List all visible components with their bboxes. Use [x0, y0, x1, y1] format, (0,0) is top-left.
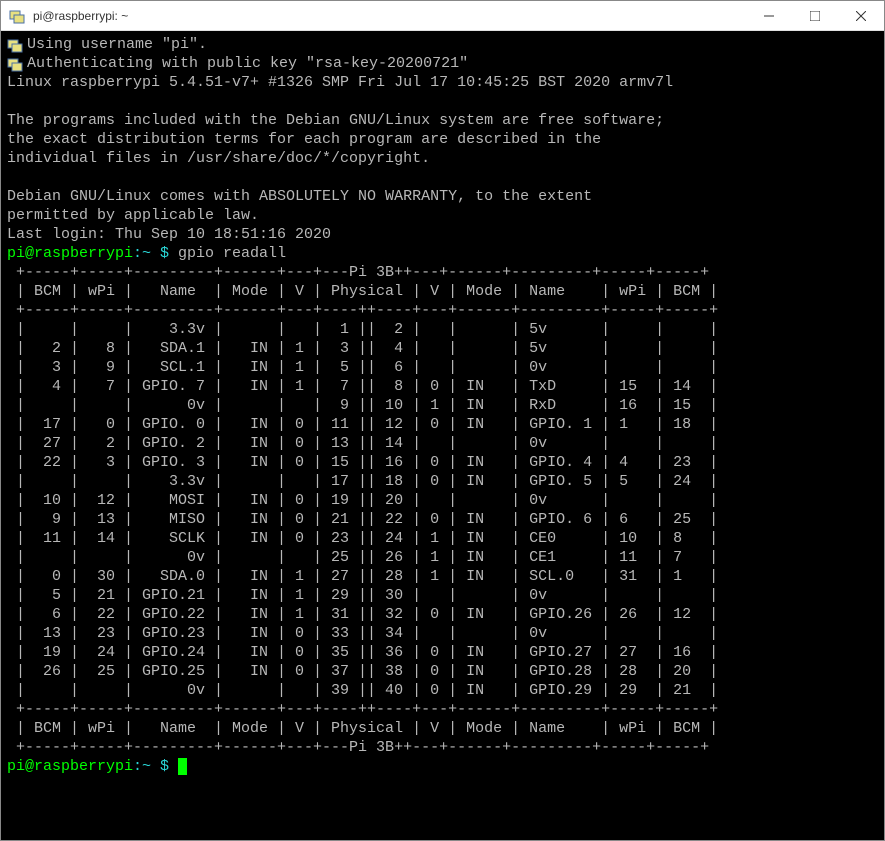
motd-line: permitted by applicable law. [7, 207, 259, 224]
table-row: | | | 3.3v | | | 1 || 2 | | | 5v | | | [7, 321, 718, 338]
table-row: | 11 | 14 | SCLK | IN | 0 | 23 || 24 | 1… [7, 530, 718, 547]
prompt-user: pi@raspberrypi [7, 758, 133, 775]
table-header: | BCM | wPi | Name | Mode | V | Physical… [7, 720, 718, 737]
table-row: | 0 | 30 | SDA.0 | IN | 1 | 27 || 28 | 1… [7, 568, 718, 585]
maximize-button[interactable] [792, 1, 838, 30]
table-row: | 4 | 7 | GPIO. 7 | IN | 1 | 7 || 8 | 0 … [7, 378, 718, 395]
window-controls [746, 1, 884, 30]
table-row: | 19 | 24 | GPIO.24 | IN | 0 | 35 || 36 … [7, 644, 718, 661]
table-row: | | | 0v | | | 9 || 10 | 1 | IN | RxD | … [7, 397, 718, 414]
cursor [178, 758, 187, 775]
table-separator: +-----+-----+---------+------+---+----++… [7, 302, 718, 319]
table-row: | 26 | 25 | GPIO.25 | IN | 0 | 37 || 38 … [7, 663, 718, 680]
table-separator: +-----+-----+---------+------+---+----++… [7, 701, 718, 718]
table-row: | | | 0v | | | 39 || 40 | 0 | IN | GPIO.… [7, 682, 718, 699]
motd-line: the exact distribution terms for each pr… [7, 131, 601, 148]
command-text: gpio readall [178, 245, 286, 262]
motd-line: Debian GNU/Linux comes with ABSOLUTELY N… [7, 188, 592, 205]
table-row: | 27 | 2 | GPIO. 2 | IN | 0 | 13 || 14 |… [7, 435, 718, 452]
prompt-cwd: :~ $ [133, 245, 178, 262]
motd-line: individual files in /usr/share/doc/*/cop… [7, 150, 430, 167]
table-border-top: +-----+-----+---------+------+---+---Pi … [7, 264, 709, 281]
terminal[interactable]: Using username "pi". Authenticating with… [1, 31, 884, 840]
motd-line: Using username "pi". [27, 36, 207, 53]
table-row: | | | 0v | | | 25 || 26 | 1 | IN | CE1 |… [7, 549, 718, 566]
table-border-bottom: +-----+-----+---------+------+---+---Pi … [7, 739, 709, 756]
table-row: | 13 | 23 | GPIO.23 | IN | 0 | 33 || 34 … [7, 625, 718, 642]
table-row: | 9 | 13 | MISO | IN | 0 | 21 || 22 | 0 … [7, 511, 718, 528]
putty-icon [9, 8, 25, 24]
motd-line: Linux raspberrypi 5.4.51-v7+ #1326 SMP F… [7, 74, 673, 91]
putty-line-icon [7, 37, 23, 53]
minimize-button[interactable] [746, 1, 792, 30]
titlebar[interactable]: pi@raspberrypi: ~ [1, 1, 884, 31]
table-row: | 2 | 8 | SDA.1 | IN | 1 | 3 || 4 | | | … [7, 340, 718, 357]
motd-line: The programs included with the Debian GN… [7, 112, 664, 129]
putty-line-icon [7, 56, 23, 72]
motd-line: Authenticating with public key "rsa-key-… [27, 55, 468, 72]
table-row: | | | 3.3v | | | 17 || 18 | 0 | IN | GPI… [7, 473, 718, 490]
table-row: | 10 | 12 | MOSI | IN | 0 | 19 || 20 | |… [7, 492, 718, 509]
window-title: pi@raspberrypi: ~ [33, 9, 746, 23]
motd-line: Last login: Thu Sep 10 18:51:16 2020 [7, 226, 331, 243]
table-row: | 17 | 0 | GPIO. 0 | IN | 0 | 11 || 12 |… [7, 416, 718, 433]
putty-window: pi@raspberrypi: ~ Using username "pi". A… [0, 0, 885, 841]
table-row: | 5 | 21 | GPIO.21 | IN | 1 | 29 || 30 |… [7, 587, 718, 604]
table-header: | BCM | wPi | Name | Mode | V | Physical… [7, 283, 718, 300]
table-row: | 3 | 9 | SCL.1 | IN | 1 | 5 || 6 | | | … [7, 359, 718, 376]
prompt-user: pi@raspberrypi [7, 245, 133, 262]
table-row: | 6 | 22 | GPIO.22 | IN | 1 | 31 || 32 |… [7, 606, 718, 623]
prompt-cwd: :~ $ [133, 758, 178, 775]
table-row: | 22 | 3 | GPIO. 3 | IN | 0 | 15 || 16 |… [7, 454, 718, 471]
close-button[interactable] [838, 1, 884, 30]
